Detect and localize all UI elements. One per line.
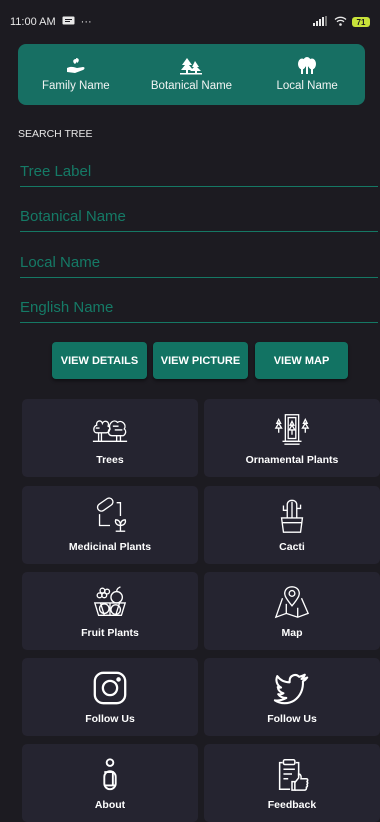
card-label: About	[94, 799, 126, 811]
feedback-thumbs-up-icon	[278, 758, 309, 791]
view-map-button[interactable]: VIEW MAP	[255, 342, 348, 379]
trees-icon	[180, 58, 203, 75]
card-label: Cacti	[279, 541, 305, 553]
card-medicinal-plants[interactable]: Medicinal Plants	[22, 486, 198, 564]
status-bar: 11:00 AM ··· 71	[10, 0, 370, 44]
card-ornamental-plants[interactable]: Ornamental Plants	[204, 399, 380, 477]
trees-icon	[92, 420, 128, 443]
tree-label-input[interactable]	[20, 156, 378, 187]
forest-icon	[298, 57, 317, 74]
message-icon	[62, 16, 75, 29]
tab-label: Family Name	[41, 80, 110, 92]
card-label: Trees	[96, 454, 124, 466]
card-map[interactable]: Map	[204, 572, 380, 650]
map-pin-icon	[274, 586, 310, 619]
info-icon	[103, 758, 117, 791]
card-follow-instagram[interactable]: Follow Us	[22, 658, 198, 736]
tab-label: Botanical Name	[150, 80, 233, 92]
instagram-icon	[93, 671, 127, 705]
view-details-button[interactable]: VIEW DETAILS	[52, 342, 147, 379]
card-trees[interactable]: Trees	[22, 399, 198, 477]
top-navigation: Family Name Botanical Name Local Name	[18, 44, 365, 105]
ornamental-plant-icon	[274, 414, 310, 445]
card-label: Follow Us	[85, 713, 135, 725]
card-label: Map	[281, 627, 303, 639]
card-label: Medicinal Plants	[68, 541, 152, 553]
card-follow-twitter[interactable]: Follow Us	[204, 658, 380, 736]
tab-label: Local Name	[276, 80, 338, 92]
card-fruit-plants[interactable]: Fruit Plants	[22, 572, 198, 650]
hand-plant-icon	[66, 58, 85, 73]
card-label: Ornamental Plants	[245, 454, 339, 466]
botanical-name-input[interactable]	[20, 201, 378, 232]
view-picture-button[interactable]: VIEW PICTURE	[153, 342, 248, 379]
card-feedback[interactable]: Feedback	[204, 744, 380, 822]
battery-icon: 71	[352, 17, 370, 27]
signal-icon	[313, 15, 329, 29]
english-name-input[interactable]	[20, 292, 378, 323]
card-cacti[interactable]: Cacti	[204, 486, 380, 564]
wifi-icon	[334, 16, 347, 29]
tab-local-name[interactable]: Local Name	[262, 57, 352, 92]
cactus-icon	[280, 499, 304, 533]
fruit-basket-icon	[93, 586, 127, 616]
card-label: Fruit Plants	[81, 627, 139, 639]
twitter-icon	[273, 673, 309, 705]
medicine-leaf-icon	[96, 497, 127, 532]
tab-family-name[interactable]: Family Name	[31, 57, 121, 92]
search-title: SEARCH TREE	[18, 128, 93, 140]
card-label: Follow Us	[267, 713, 317, 725]
status-time: 11:00 AM	[10, 16, 56, 28]
card-label: Feedback	[267, 799, 317, 811]
status-more: ···	[80, 16, 92, 28]
local-name-input[interactable]	[20, 247, 378, 278]
card-about[interactable]: About	[22, 744, 198, 822]
tab-botanical-name[interactable]: Botanical Name	[146, 57, 236, 92]
